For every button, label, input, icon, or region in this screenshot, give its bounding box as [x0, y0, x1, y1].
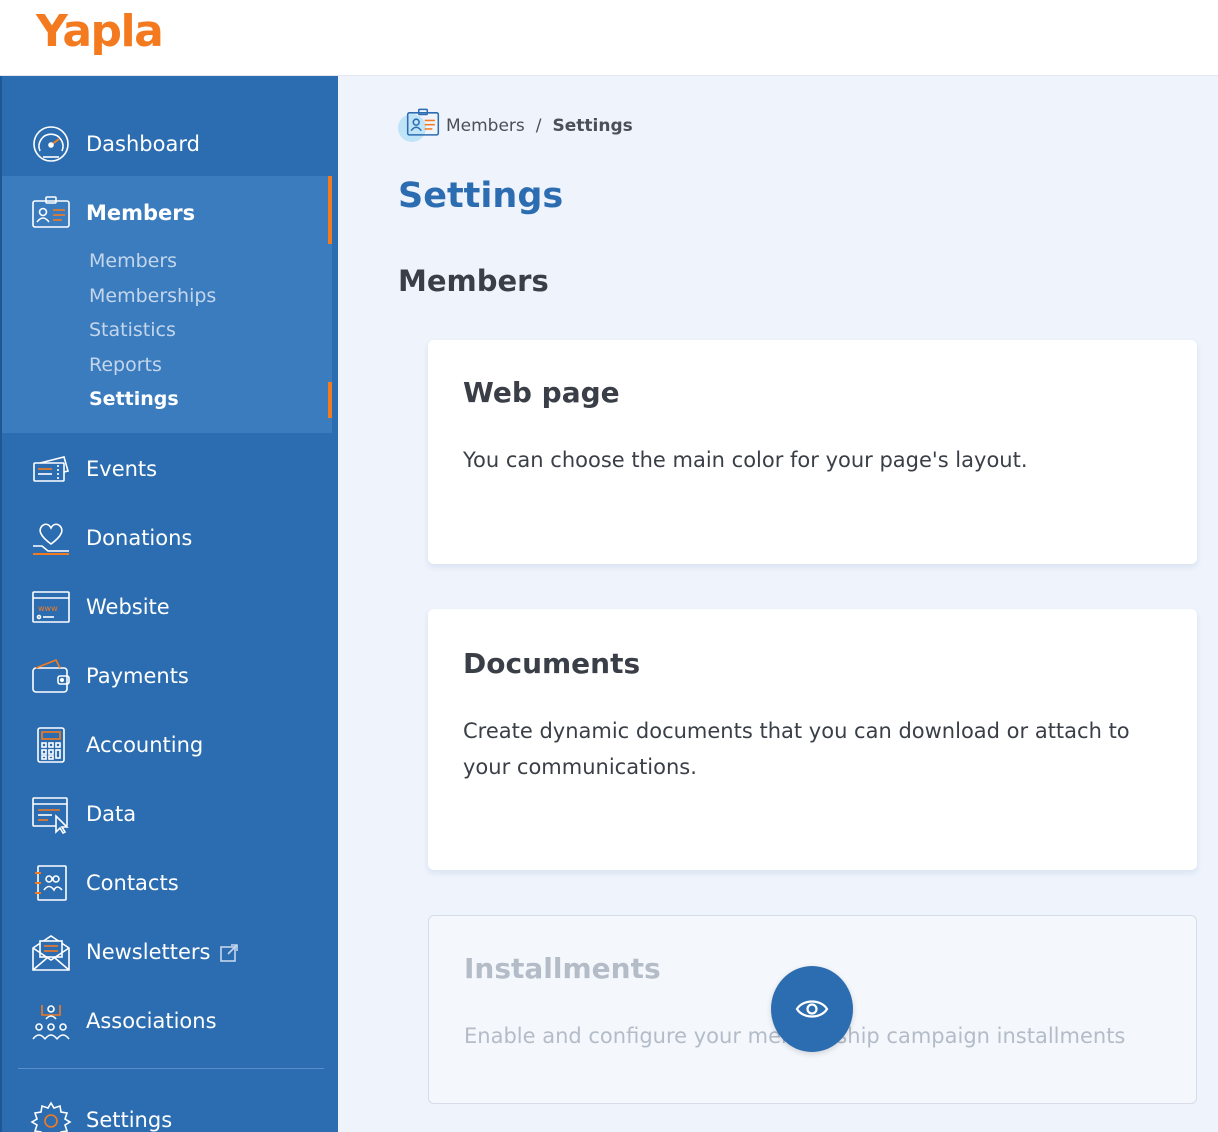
sidebar-item-label: Settings	[86, 1108, 173, 1132]
sidebar-item-data[interactable]: Data	[2, 784, 332, 844]
data-cursor-icon	[32, 797, 69, 834]
subitem-settings[interactable]: Settings	[89, 388, 179, 410]
speedometer-icon	[33, 126, 69, 162]
sidebar-item-label: Data	[86, 802, 137, 826]
sidebar-item-website[interactable]: www Website	[2, 577, 332, 637]
breadcrumb-current: Settings	[552, 116, 633, 136]
sidebar-item-label: Associations	[86, 1009, 217, 1033]
yapla-logo[interactable]: Yapla	[36, 6, 164, 57]
subitem-reports[interactable]: Reports	[89, 354, 162, 376]
card-description: You can choose the main color for your p…	[463, 448, 1028, 472]
subitem-members[interactable]: Members	[89, 250, 177, 272]
calculator-icon	[37, 727, 65, 763]
sidebar-item-label: Payments	[86, 664, 189, 688]
member-card-icon	[32, 196, 70, 228]
people-network-icon	[32, 1005, 70, 1040]
heart-hand-icon	[33, 523, 69, 555]
settings-card-documents[interactable]: Documents Create dynamic documents that …	[428, 609, 1197, 870]
breadcrumb-icon-wrap	[398, 104, 442, 148]
subitem-memberships[interactable]: Memberships	[89, 285, 216, 307]
envelope-icon	[32, 935, 70, 971]
sidebar-item-label: Newsletters	[86, 940, 239, 964]
sidebar-item-label: Events	[86, 457, 158, 481]
breadcrumb-parent-link[interactable]: Members	[446, 116, 525, 136]
address-book-icon	[35, 865, 67, 901]
card-title: Documents	[463, 647, 641, 680]
newsletters-label: Newsletters	[86, 940, 211, 964]
sidebar-item-payments[interactable]: Payments	[2, 646, 332, 706]
sidebar-item-members[interactable]: Members	[2, 183, 332, 243]
members-section: Members Members Memberships Statistics R…	[2, 176, 332, 433]
sidebar-item-events[interactable]: Events	[2, 439, 332, 499]
card-title: Installments	[464, 952, 661, 985]
sidebar-item-donations[interactable]: Donations	[2, 508, 332, 568]
wallet-icon	[32, 658, 70, 693]
sidebar-item-label: Website	[86, 595, 170, 619]
sidebar-item-label: Members	[86, 201, 196, 225]
top-bar: Yapla	[0, 0, 1218, 76]
sidebar-item-dashboard[interactable]: Dashboard	[2, 114, 332, 174]
sidebar-item-contacts[interactable]: Contacts	[2, 853, 332, 913]
settings-card-web-page[interactable]: Web page You can choose the main color f…	[428, 340, 1197, 564]
subitem-statistics[interactable]: Statistics	[89, 319, 176, 341]
sidebar-item-label: Dashboard	[86, 132, 200, 156]
breadcrumb-separator: /	[535, 116, 542, 136]
sidebar-divider	[18, 1068, 324, 1069]
card-description: Create dynamic documents that you can do…	[463, 719, 1130, 779]
preview-fab-button[interactable]	[771, 966, 853, 1052]
sidebar-item-newsletters[interactable]: Newsletters	[2, 922, 332, 982]
page-title: Settings	[398, 176, 564, 216]
sidebar-item-label: Accounting	[86, 733, 204, 757]
svg-text:www: www	[38, 604, 58, 613]
card-title: Web page	[463, 376, 620, 409]
eye-icon	[795, 1000, 829, 1018]
breadcrumb: Members / Settings	[398, 104, 633, 148]
section-title: Members	[398, 264, 549, 298]
external-link-icon	[220, 944, 239, 962]
sidebar-item-accounting[interactable]: Accounting	[2, 715, 332, 775]
browser-www-icon: www	[32, 591, 70, 623]
sidebar-item-label: Contacts	[86, 871, 179, 895]
sidebar: Dashboard Members Members Memberships St…	[0, 76, 338, 1132]
tickets-icon	[33, 456, 69, 482]
sidebar-item-settings[interactable]: Settings	[2, 1090, 332, 1132]
member-card-icon	[406, 108, 440, 136]
gear-icon	[30, 1101, 72, 1132]
sidebar-item-label: Donations	[86, 526, 193, 550]
active-subitem-indicator	[328, 382, 332, 418]
sidebar-item-associations[interactable]: Associations	[2, 991, 332, 1051]
